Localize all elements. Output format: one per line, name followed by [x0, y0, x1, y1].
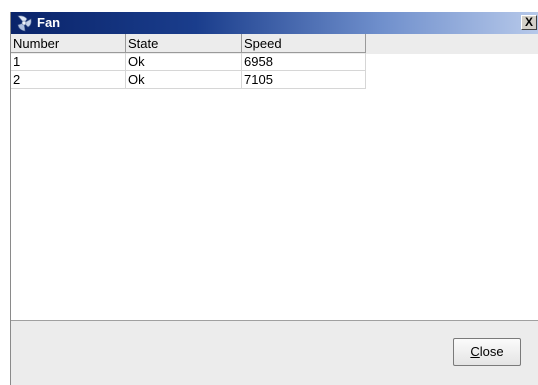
close-button-label: lose	[479, 344, 504, 359]
fan-dialog: Fan X Number State Speed 1 Ok 6958 2 Ok …	[10, 12, 538, 385]
window-close-button[interactable]: X	[521, 15, 537, 30]
cell-number: 1	[11, 53, 126, 71]
column-header-speed[interactable]: Speed	[242, 34, 366, 53]
close-button-mnemonic: C	[470, 344, 480, 359]
close-button[interactable]: Close	[453, 338, 521, 366]
window-title: Fan	[37, 15, 61, 30]
cell-speed: 7105	[242, 71, 366, 89]
fan-icon	[15, 14, 33, 32]
column-header-number[interactable]: Number	[11, 34, 126, 53]
title-bar[interactable]: Fan X	[11, 12, 538, 34]
cell-speed: 6958	[242, 53, 366, 71]
close-icon: X	[524, 15, 533, 29]
table-row[interactable]: 2 Ok 7105	[11, 71, 366, 89]
cell-state: Ok	[126, 53, 242, 71]
cell-state: Ok	[126, 71, 242, 89]
fan-table: Number State Speed 1 Ok 6958 2 Ok 7105	[11, 34, 538, 321]
table-row[interactable]: 1 Ok 6958	[11, 53, 366, 71]
column-header-state[interactable]: State	[126, 34, 242, 53]
cell-number: 2	[11, 71, 126, 89]
table-header: Number State Speed	[11, 34, 538, 54]
